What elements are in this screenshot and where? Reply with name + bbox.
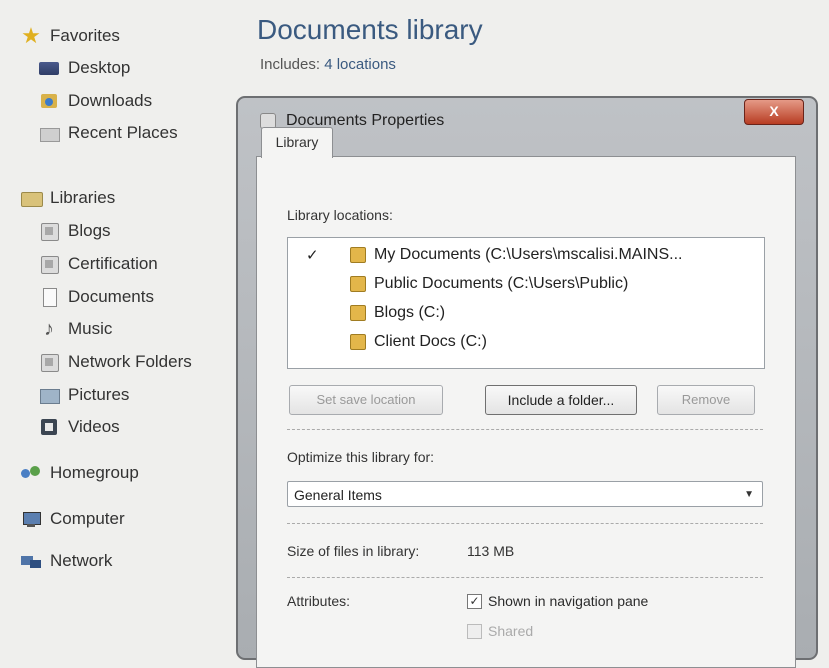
folder-icon: [350, 247, 366, 263]
chevron-down-icon: ▼: [744, 489, 754, 500]
nav-libraries[interactable]: Libraries: [20, 184, 115, 212]
separator: [287, 577, 763, 578]
recent-places-icon: [38, 123, 60, 143]
library-tab-panel: Library Library locations: ✓ My Document…: [256, 127, 796, 668]
nav-library-music[interactable]: ♪ Music: [38, 315, 112, 343]
pictures-icon: [38, 385, 60, 405]
location-name: Client Docs (C:): [374, 333, 487, 350]
nav-homegroup[interactable]: Homegroup: [20, 459, 139, 487]
nav-library-label: Documents: [68, 287, 154, 306]
nav-library-videos[interactable]: Videos: [38, 413, 120, 441]
library-icon: [38, 254, 60, 274]
nav-computer[interactable]: Computer: [20, 505, 125, 533]
homegroup-icon: [20, 463, 42, 483]
nav-library-label: Music: [68, 319, 113, 338]
nav-library-network-folders[interactable]: Network Folders: [38, 348, 192, 376]
includes-label: Includes:: [260, 56, 321, 73]
shown-in-navigation-label: Shown in navigation pane: [488, 593, 649, 609]
navigation-pane: ★ Favorites Desktop Downloads Recent Pla…: [0, 0, 230, 644]
star-icon: ★: [21, 23, 41, 48]
shared-checkbox: Shared: [467, 623, 533, 639]
nav-computer-label: Computer: [50, 509, 125, 528]
nav-library-label: Certification: [68, 254, 158, 273]
shown-in-navigation-checkbox[interactable]: ✓ Shown in navigation pane: [467, 593, 648, 609]
nav-libraries-label: Libraries: [50, 188, 116, 207]
library-locations-list[interactable]: ✓ My Documents (C:\Users\mscalisi.MAINS.…: [287, 237, 765, 369]
libraries-icon: [20, 188, 43, 208]
nav-desktop[interactable]: Desktop: [38, 54, 130, 82]
location-name: Public Documents (C:\Users\Public): [374, 275, 629, 292]
close-button[interactable]: X: [744, 99, 804, 125]
nav-library-documents[interactable]: Documents: [38, 283, 154, 311]
nav-library-label: Blogs: [68, 221, 111, 240]
location-item[interactable]: Public Documents (C:\Users\Public): [350, 273, 628, 295]
checkbox-disabled-icon: [467, 623, 482, 639]
nav-homegroup-label: Homegroup: [50, 463, 139, 482]
location-name: Blogs (C:): [374, 304, 446, 321]
location-item[interactable]: Blogs (C:): [350, 302, 445, 324]
size-value: 113 MB: [467, 543, 515, 559]
nav-desktop-label: Desktop: [68, 58, 131, 77]
set-save-location-button[interactable]: Set save location: [289, 385, 443, 415]
nav-library-label: Pictures: [68, 385, 130, 404]
separator: [287, 523, 763, 524]
desktop-icon: [38, 58, 60, 78]
nav-favorites[interactable]: ★ Favorites: [20, 22, 120, 50]
nav-recent-places-label: Recent Places: [68, 123, 178, 142]
nav-favorites-label: Favorites: [50, 26, 120, 45]
library-locations-label: Library locations:: [287, 207, 393, 223]
library-title: Documents library: [257, 14, 483, 45]
nav-network-label: Network: [50, 551, 113, 570]
music-note-icon: ♪: [44, 318, 54, 340]
location-name: My Documents (C:\Users\mscalisi.MAINS...: [374, 246, 683, 263]
network-icon: [20, 551, 42, 571]
tab-library[interactable]: Library: [261, 127, 333, 158]
includes-locations-link[interactable]: 4 locations: [324, 56, 396, 73]
nav-recent-places[interactable]: Recent Places: [38, 119, 178, 147]
include-folder-button[interactable]: Include a folder...: [485, 385, 637, 415]
nav-network[interactable]: Network: [20, 547, 112, 575]
optimize-selected-value: General Items: [294, 487, 382, 503]
remove-button[interactable]: Remove: [657, 385, 755, 415]
properties-dialog: Documents Properties X Library Library l…: [236, 96, 818, 668]
checkbox-checked-icon: ✓: [467, 593, 482, 609]
documents-icon: [38, 287, 60, 307]
nav-library-blogs[interactable]: Blogs: [38, 217, 111, 245]
nav-library-label: Videos: [68, 417, 120, 436]
optimize-dropdown[interactable]: General Items ▼: [287, 481, 763, 507]
attributes-label: Attributes:: [287, 593, 351, 609]
default-save-check-icon: ✓: [306, 247, 319, 264]
library-icon: [38, 221, 60, 241]
library-icon: [38, 352, 60, 372]
nav-library-certification[interactable]: Certification: [38, 250, 158, 278]
shared-label: Shared: [488, 623, 534, 639]
nav-downloads[interactable]: Downloads: [38, 87, 152, 115]
computer-icon: [20, 509, 42, 529]
nav-library-label: Network Folders: [68, 352, 192, 371]
folder-icon: [350, 276, 366, 292]
videos-icon: [38, 417, 60, 437]
size-label: Size of files in library:: [287, 543, 420, 559]
separator: [287, 429, 763, 430]
nav-library-pictures[interactable]: Pictures: [38, 381, 129, 409]
location-item[interactable]: ✓ My Documents (C:\Users\mscalisi.MAINS.…: [306, 244, 683, 266]
downloads-icon: [38, 91, 60, 111]
library-includes: Includes: 4 locations: [260, 56, 396, 73]
folder-icon: [350, 305, 366, 321]
nav-downloads-label: Downloads: [68, 91, 153, 110]
optimize-label: Optimize this library for:: [287, 449, 435, 465]
folder-icon: [350, 334, 366, 350]
location-item[interactable]: Client Docs (C:): [350, 331, 487, 353]
